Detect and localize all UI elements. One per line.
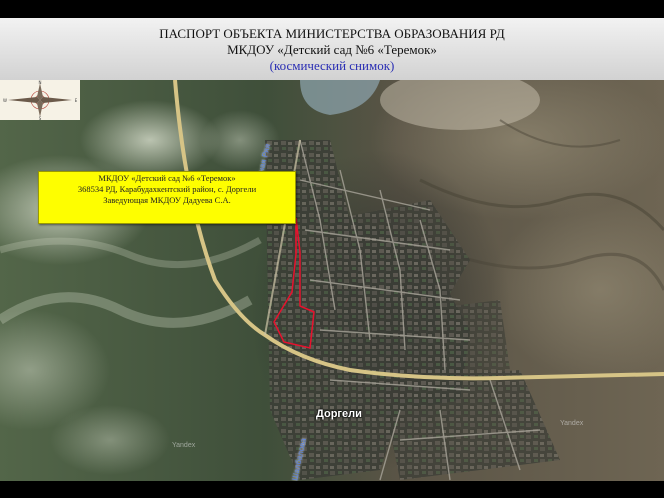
map-watermark: Yandex: [560, 420, 584, 427]
map-watermark: Yandex: [172, 442, 196, 449]
svg-text:E: E: [75, 98, 78, 103]
svg-text:S: S: [39, 116, 42, 120]
header-object-name: МКДОУ «Детский сад №6 «Теремок»: [227, 42, 437, 57]
bottom-black-bar: [0, 481, 664, 498]
compass-rose-icon: N S W E: [0, 80, 80, 121]
satellite-map: ул.Дорожная Ряя ул.Шалбалова Доргели Yan…: [0, 80, 664, 481]
village-label: Доргели: [316, 408, 362, 420]
header-title: ПАСПОРТ ОБЪЕКТА МИНИСТЕРСТВА ОБРАЗОВАНИЯ…: [159, 26, 505, 41]
slide-header: ПАСПОРТ ОБЪЕКТА МИНИСТЕРСТВА ОБРАЗОВАНИЯ…: [0, 18, 664, 80]
callout-object-name: МКДОУ «Детский сад №6 «Теремок»: [98, 173, 236, 183]
svg-text:N: N: [39, 80, 42, 85]
header-subtitle: (космический снимок): [269, 58, 395, 73]
slide: ПАСПОРТ ОБЪЕКТА МИНИСТЕРСТВА ОБРАЗОВАНИЯ…: [0, 0, 664, 498]
callout-address: 368534 РД, Карабудахкентский район, с. Д…: [77, 184, 257, 194]
object-info-callout: МКДОУ «Детский сад №6 «Теремок» 368534 Р…: [38, 171, 296, 224]
top-black-bar: [0, 0, 664, 18]
callout-director: Заведующая МКДОУ Дадуева С.А.: [103, 195, 231, 205]
svg-text:W: W: [3, 98, 7, 103]
